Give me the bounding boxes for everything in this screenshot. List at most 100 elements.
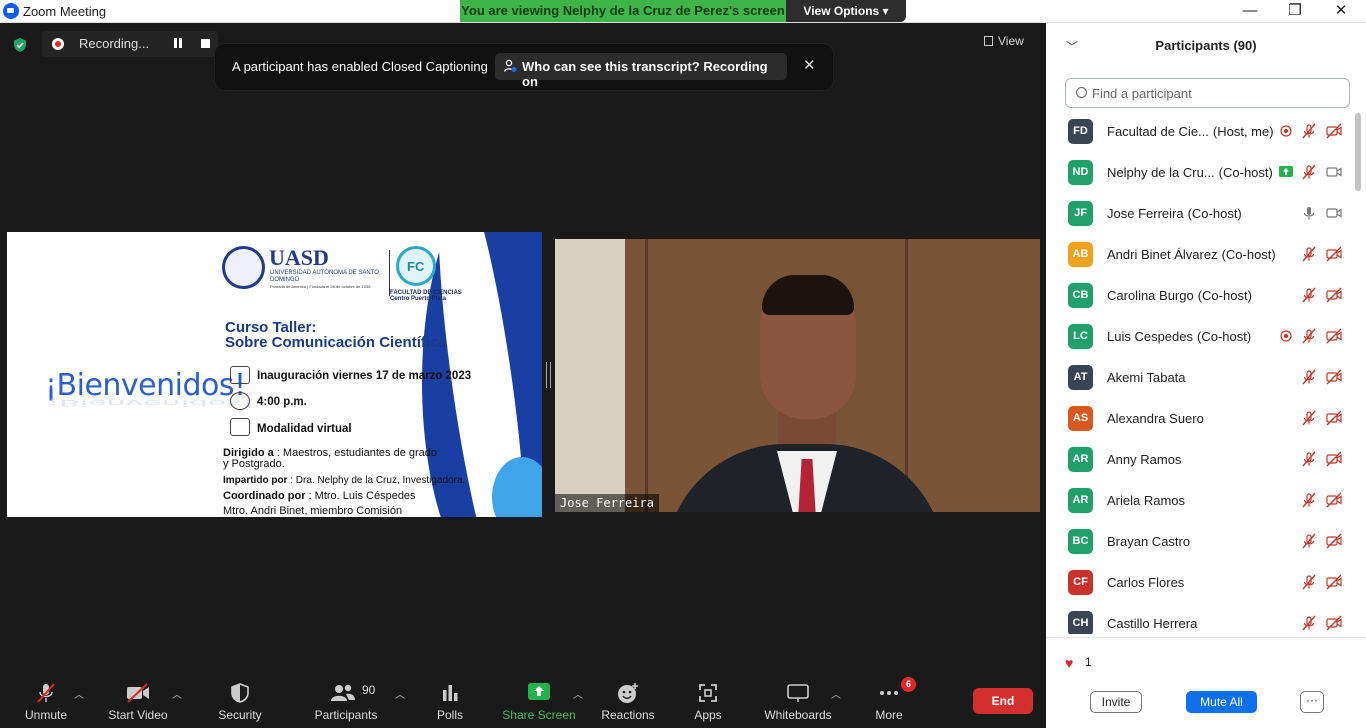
participant-row[interactable]: FD Facultad de Cie... (Host, me) bbox=[1046, 111, 1354, 152]
participant-row[interactable]: AT Akemi Tabata bbox=[1046, 357, 1354, 398]
participant-video-tile[interactable]: Jose Ferreira bbox=[555, 239, 1040, 512]
mic-muted-icon[interactable] bbox=[1301, 123, 1317, 139]
pause-recording-button[interactable] bbox=[173, 38, 183, 50]
mic-muted-icon[interactable] bbox=[1301, 574, 1317, 590]
whiteboard-options-caret[interactable]: ︿ bbox=[831, 686, 841, 701]
participants-options-caret[interactable]: ︿ bbox=[395, 686, 405, 701]
stop-recording-button[interactable] bbox=[201, 39, 210, 48]
panel-more-button[interactable]: ··· bbox=[1300, 691, 1324, 713]
video-background bbox=[555, 239, 625, 512]
recording-dot-icon bbox=[52, 38, 64, 50]
participant-row[interactable]: CH Castillo Herrera bbox=[1046, 603, 1354, 634]
more-notification-badge: 6 bbox=[901, 677, 916, 692]
mic-muted-icon[interactable] bbox=[1301, 451, 1317, 467]
audio-options-caret[interactable]: ︿ bbox=[74, 686, 84, 701]
close-window-button[interactable]: ✕ bbox=[1318, 0, 1364, 23]
welcome-reflection: ¡Bienvenidos! bbox=[47, 397, 255, 409]
participants-button[interactable]: 90 Participants bbox=[311, 668, 381, 728]
video-off-icon[interactable] bbox=[1326, 369, 1342, 385]
mic-muted-icon[interactable] bbox=[1301, 287, 1317, 303]
mic-muted-icon[interactable] bbox=[1301, 492, 1317, 508]
video-off-icon[interactable] bbox=[1326, 123, 1342, 139]
unmute-button[interactable]: Unmute bbox=[16, 668, 76, 728]
video-background bbox=[645, 239, 648, 512]
participant-row[interactable]: CB Carolina Burgo (Co-host) bbox=[1046, 275, 1354, 316]
apps-label: Apps bbox=[694, 708, 722, 722]
search-icon bbox=[1076, 87, 1087, 98]
restore-button[interactable]: ❐ bbox=[1272, 0, 1318, 23]
participant-row[interactable]: CF Carlos Flores bbox=[1046, 562, 1354, 603]
mute-all-button[interactable]: Mute All bbox=[1186, 691, 1257, 713]
transcript-visibility-button[interactable]: Who can see this transcript? Recording o… bbox=[495, 53, 787, 89]
video-off-icon[interactable] bbox=[1326, 615, 1342, 631]
participant-search[interactable] bbox=[1065, 78, 1350, 108]
mic-muted-icon[interactable] bbox=[1301, 410, 1317, 426]
video-off-icon[interactable] bbox=[1326, 451, 1342, 467]
participant-row[interactable]: ND Nelphy de la Cru... (Co-host) bbox=[1046, 152, 1354, 193]
participant-row[interactable]: BC Brayan Castro bbox=[1046, 521, 1354, 562]
participant-row[interactable]: JF Jose Ferreira (Co-host) bbox=[1046, 193, 1354, 234]
security-button[interactable]: Security bbox=[210, 668, 270, 728]
view-layout-icon bbox=[984, 36, 993, 46]
panel-divider bbox=[1046, 637, 1366, 638]
mic-muted-icon[interactable] bbox=[1301, 533, 1317, 549]
participant-row[interactable]: AR Ariela Ramos bbox=[1046, 480, 1354, 521]
video-icon[interactable] bbox=[1326, 205, 1342, 221]
security-shield-icon[interactable] bbox=[12, 37, 28, 53]
video-off-icon[interactable] bbox=[1326, 410, 1342, 426]
view-button[interactable]: View bbox=[984, 34, 1024, 48]
mic-muted-icon[interactable] bbox=[1301, 164, 1317, 180]
whiteboards-button[interactable]: Whiteboards bbox=[760, 668, 836, 728]
mic-muted-icon[interactable] bbox=[1301, 246, 1317, 262]
video-off-icon[interactable] bbox=[1326, 533, 1342, 549]
participants-label: Participants bbox=[314, 708, 378, 722]
minimize-button[interactable]: — bbox=[1227, 0, 1273, 23]
video-off-icon[interactable] bbox=[1326, 287, 1342, 303]
participant-list-scrollbar[interactable] bbox=[1355, 113, 1361, 191]
reactions-label: Reactions bbox=[601, 708, 655, 722]
heart-reaction-icon: ♥ bbox=[1065, 655, 1074, 671]
video-off-icon[interactable] bbox=[1326, 574, 1342, 590]
mic-muted-icon[interactable] bbox=[1301, 615, 1317, 631]
participant-row[interactable]: LC Luis Cespedes (Co-host) bbox=[1046, 316, 1354, 357]
title-bar: Zoom Meeting You are viewing Nelphy de l… bbox=[0, 0, 1366, 23]
view-options-button[interactable]: View Options ▾ bbox=[786, 0, 906, 22]
start-video-label: Start Video bbox=[108, 708, 168, 722]
recording-indicator: Recording... bbox=[42, 31, 218, 57]
participant-name: Akemi Tabata bbox=[1107, 370, 1186, 385]
participant-row[interactable]: AS Alexandra Suero bbox=[1046, 398, 1354, 439]
chevron-down-icon: ▾ bbox=[882, 4, 889, 18]
mic-muted-icon[interactable] bbox=[1301, 369, 1317, 385]
participant-list: FD Facultad de Cie... (Host, me) ND Nelphy d… bbox=[1046, 111, 1354, 634]
share-screen-button[interactable]: Share Screen bbox=[502, 668, 576, 728]
reactions-button[interactable]: Reactions bbox=[598, 668, 658, 728]
video-off-icon[interactable] bbox=[1326, 328, 1342, 344]
modality: Modalidad virtual bbox=[257, 423, 352, 435]
participant-name: Castillo Herrera bbox=[1107, 616, 1198, 631]
video-icon[interactable] bbox=[1326, 164, 1342, 180]
video-off-icon[interactable] bbox=[1326, 492, 1342, 508]
avatar: AS bbox=[1068, 406, 1093, 431]
participants-title: Participants (90) bbox=[1155, 38, 1257, 53]
apps-button[interactable]: Apps bbox=[683, 668, 733, 728]
video-name-tag: Jose Ferreira bbox=[555, 494, 659, 512]
share-options-caret[interactable]: ︿ bbox=[573, 686, 583, 701]
mic-muted-icon[interactable] bbox=[1301, 328, 1317, 344]
faculty-name: FACULTAD DE CIENCIAS Centro Puerto Plata bbox=[390, 290, 462, 302]
end-meeting-button[interactable]: End bbox=[973, 688, 1033, 714]
participant-name: Alexandra Suero bbox=[1107, 411, 1204, 426]
video-off-icon[interactable] bbox=[1326, 246, 1342, 262]
participants-panel: ﹀ Participants (90) FDFacultad de Cie...… bbox=[1046, 23, 1366, 728]
start-video-button[interactable]: Start Video bbox=[103, 668, 173, 728]
invite-button[interactable]: Invite bbox=[1090, 691, 1142, 713]
avatar: AR bbox=[1068, 447, 1093, 472]
participant-search-input[interactable] bbox=[1092, 84, 1342, 102]
more-button[interactable]: 6 More bbox=[864, 668, 916, 728]
participant-row[interactable]: AB Andri Binet Álvarez (Co-host) bbox=[1046, 234, 1354, 275]
participant-row[interactable]: AR Anny Ramos bbox=[1046, 439, 1354, 480]
close-notification-button[interactable]: ✕ bbox=[803, 56, 816, 74]
split-view-handle[interactable] bbox=[546, 362, 551, 388]
polls-button[interactable]: Polls bbox=[425, 668, 475, 728]
video-options-caret[interactable]: ︿ bbox=[172, 686, 182, 701]
mic-icon[interactable] bbox=[1301, 205, 1317, 221]
